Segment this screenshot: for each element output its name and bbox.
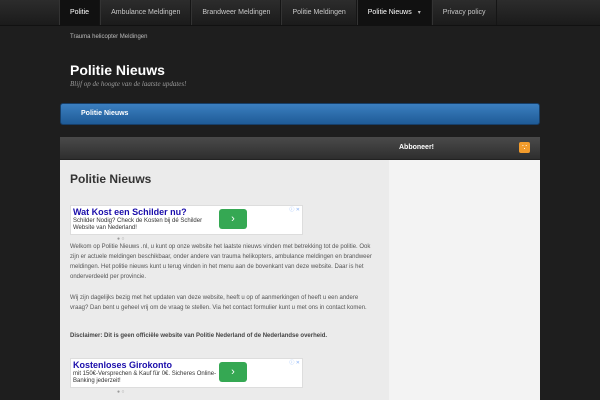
- page-title: Politie Nieuws: [70, 172, 152, 186]
- nav-item-label: Ambulance Meldingen: [111, 9, 181, 16]
- breadcrumb-label[interactable]: Politie Nieuws: [81, 104, 128, 124]
- top-navigation-bar: Politie Ambulance Meldingen Brandweer Me…: [0, 0, 600, 26]
- main-content: Politie Nieuws Wat Kost een Schilder nu?…: [60, 137, 389, 400]
- site-title[interactable]: Politie Nieuws: [70, 62, 165, 78]
- nav-item-label: Privacy policy: [442, 9, 486, 16]
- advertisement-banner[interactable]: Kostenloses Girokonto mit 150€-Versprech…: [70, 358, 303, 388]
- subnav-item-trauma-helicopter[interactable]: Trauma helicopter Meldingen: [70, 34, 147, 40]
- nav-item-politie[interactable]: Politie: [59, 0, 101, 25]
- nav-item-label: Politie Nieuws: [367, 9, 412, 16]
- nav-item-ambulance-meldingen[interactable]: Ambulance Meldingen: [100, 0, 192, 25]
- site-description: Blijf op de hoogte van de laatste update…: [70, 80, 187, 88]
- ad-choices-icon[interactable]: ⓘ ✕: [289, 359, 300, 366]
- ad-title[interactable]: Kostenloses Girokonto: [73, 360, 172, 370]
- main-menu: Politie Ambulance Meldingen Brandweer Me…: [59, 0, 497, 25]
- nav-item-brandweer-meldingen[interactable]: Brandweer Meldingen: [191, 0, 282, 25]
- ad-title[interactable]: Wat Kost een Schilder nu?: [73, 207, 187, 217]
- rss-icon[interactable]: ∵: [519, 142, 530, 153]
- nav-item-label: Brandweer Meldingen: [202, 9, 271, 16]
- ad-arrow-button[interactable]: ›: [219, 209, 247, 229]
- nav-item-label: Politie Meldingen: [292, 9, 346, 16]
- intro-paragraph: Welkom op Politie Nieuws .nl, u kunt op …: [70, 244, 372, 280]
- disclaimer-paragraph: Disclaimer: Dit is geen officiële websit…: [70, 333, 328, 339]
- nav-item-privacy-policy[interactable]: Privacy policy: [431, 0, 497, 25]
- nav-item-label: Politie: [70, 9, 90, 16]
- sidebar: Abboneer! ∵: [389, 137, 540, 400]
- update-paragraph: Wij zijn dagelijks bezig met het updaten…: [70, 295, 367, 311]
- ad-text: mit 150€-Versprechen & Kauf für 0€. Sich…: [73, 371, 217, 384]
- chevron-down-icon[interactable]: ▾: [418, 10, 421, 16]
- content-header-bar: [60, 137, 389, 160]
- breadcrumb-bar: Politie Nieuws: [60, 103, 540, 125]
- advertisement-banner[interactable]: Wat Kost een Schilder nu? Schilder Nodig…: [70, 205, 303, 235]
- ad-arrow-button[interactable]: ›: [219, 362, 247, 382]
- nav-item-politie-meldingen[interactable]: Politie Meldingen: [281, 0, 357, 25]
- ad-text: Schilder Nodig? Check de Kosten bij dé S…: [73, 218, 203, 231]
- ad-pagination-dots: ● ○: [117, 389, 125, 395]
- nav-item-politie-nieuws[interactable]: Politie Nieuws ▾: [356, 0, 432, 25]
- ad-choices-icon[interactable]: ⓘ ✕: [289, 206, 300, 213]
- sidebar-header: Abboneer! ∵: [389, 137, 540, 160]
- sidebar-title: Abboneer!: [399, 144, 434, 151]
